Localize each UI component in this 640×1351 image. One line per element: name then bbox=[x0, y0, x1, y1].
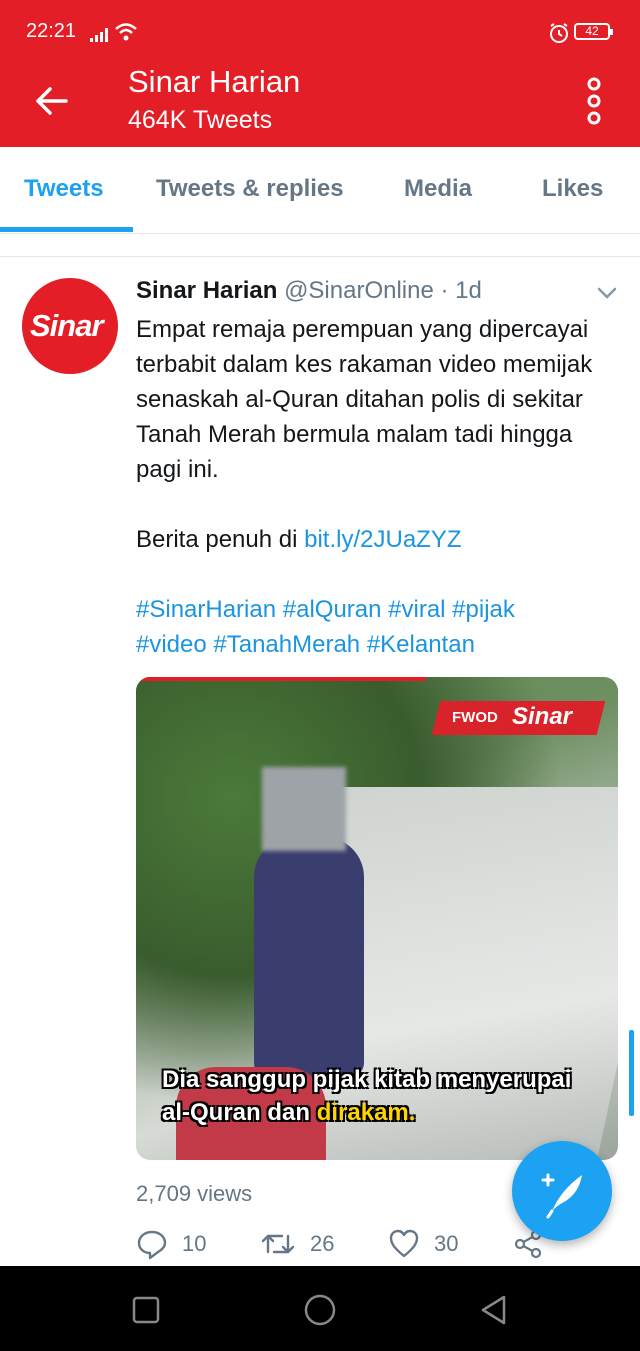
status-bar: 22:21 42 bbox=[0, 0, 640, 60]
video-top-bar bbox=[136, 677, 426, 681]
video-caption: Dia sanggup pijak kitab menyerupai al-Qu… bbox=[162, 1063, 602, 1129]
caption-line-2: al-Quran dan dirakam. bbox=[162, 1096, 602, 1129]
retweet-button[interactable]: 26 bbox=[260, 1226, 334, 1262]
tab-likes[interactable]: Likes bbox=[542, 175, 603, 203]
status-time: 22:21 bbox=[26, 20, 77, 42]
caption-line-2-text: al-Quran dan bbox=[162, 1099, 311, 1126]
video-badge-fwod: FWOD bbox=[452, 709, 498, 726]
wifi-icon bbox=[115, 23, 137, 41]
retweet-count: 26 bbox=[310, 1231, 335, 1256]
recent-apps-icon[interactable] bbox=[126, 1290, 166, 1330]
tab-media[interactable]: Media bbox=[404, 175, 472, 203]
profile-tabs: Tweets Tweets & replies Media Likes bbox=[0, 147, 640, 234]
chevron-down-icon[interactable] bbox=[596, 286, 618, 300]
profile-header: Sinar Harian 464K Tweets bbox=[0, 60, 640, 147]
reply-icon bbox=[137, 1230, 167, 1260]
like-count: 30 bbox=[434, 1231, 459, 1256]
caption-highlight: dirakam. bbox=[316, 1099, 416, 1126]
reply-button[interactable]: 10 bbox=[136, 1226, 206, 1262]
tweet-header: Sinar Harian @SinarOnline · 1d bbox=[136, 277, 482, 305]
reply-count: 10 bbox=[182, 1231, 207, 1256]
scrollbar[interactable] bbox=[629, 1030, 634, 1116]
caption-line-1: Dia sanggup pijak kitab menyerupai bbox=[162, 1066, 572, 1093]
heart-icon bbox=[389, 1229, 419, 1258]
tab-tweets[interactable]: Tweets bbox=[24, 175, 104, 203]
tweet-link-line: Berita penuh di bit.ly/2JUaZYZ bbox=[136, 522, 616, 557]
video-person bbox=[254, 837, 364, 1077]
like-button[interactable]: 30 bbox=[388, 1226, 458, 1262]
author-handle[interactable]: @SinarOnline bbox=[284, 277, 434, 304]
tweet-time: · 1d bbox=[440, 277, 482, 304]
previous-tweet-edge bbox=[0, 234, 640, 257]
system-navigation-bar bbox=[0, 1266, 640, 1351]
view-count: 2,709 views bbox=[136, 1181, 253, 1206]
tweet-text: Empat remaja perempuan yang dipercayai t… bbox=[136, 312, 616, 662]
hashtags-line-2[interactable]: #video #TanahMerah #Kelantan bbox=[136, 627, 616, 662]
battery-indicator: 42 bbox=[574, 23, 613, 40]
avatar-logo-text: Sinar bbox=[30, 308, 104, 343]
back-triangle-icon[interactable] bbox=[474, 1290, 514, 1330]
video-blurred-face bbox=[262, 767, 346, 851]
article-link[interactable]: bit.ly/2JUaZYZ bbox=[304, 526, 461, 553]
back-arrow-icon[interactable] bbox=[30, 80, 72, 122]
tweet-video[interactable]: FWOD Sinar Dia sanggup pijak kitab menye… bbox=[136, 677, 618, 1160]
link-prefix: Berita penuh di bbox=[136, 526, 298, 553]
tab-tweets-replies[interactable]: Tweets & replies bbox=[156, 175, 344, 203]
avatar[interactable]: Sinar bbox=[22, 278, 118, 374]
author-name[interactable]: Sinar Harian bbox=[136, 277, 277, 304]
signal-icon bbox=[90, 28, 108, 42]
alarm-icon bbox=[550, 23, 568, 43]
tweet-actions: 10 26 30 bbox=[136, 1226, 556, 1262]
home-icon[interactable] bbox=[300, 1290, 340, 1330]
compose-tweet-button[interactable] bbox=[512, 1141, 612, 1241]
header-title: Sinar Harian bbox=[128, 64, 301, 99]
more-options-icon[interactable] bbox=[582, 76, 606, 126]
tweet-body-text: Empat remaja perempuan yang dipercayai t… bbox=[136, 316, 593, 483]
video-badge-sinar: Sinar bbox=[512, 703, 573, 730]
retweet-icon bbox=[261, 1234, 295, 1254]
header-tweet-count: 464K Tweets bbox=[128, 106, 273, 134]
active-tab-indicator bbox=[0, 227, 133, 232]
hashtags-line-1[interactable]: #SinarHarian #alQuran #viral #pijak bbox=[136, 592, 616, 627]
compose-feather-icon bbox=[541, 1173, 582, 1219]
